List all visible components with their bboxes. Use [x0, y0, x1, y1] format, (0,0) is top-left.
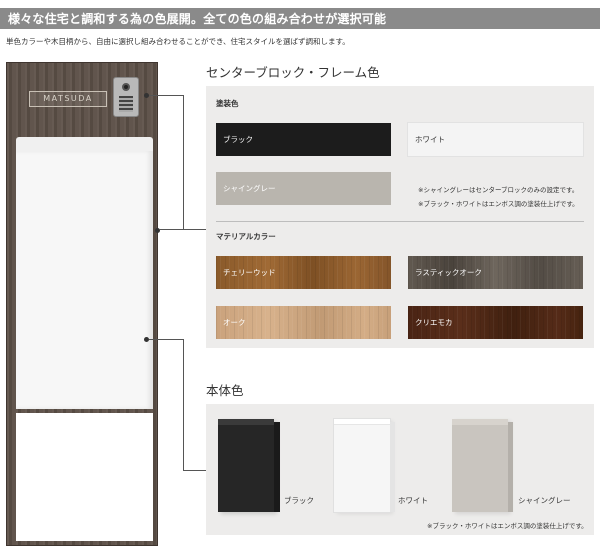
swatch-rustic-oak[interactable]: ラスティックオーク — [408, 256, 583, 289]
swatch-cherry-wood[interactable]: チェリーウッド — [216, 256, 391, 289]
swatch-rustic-oak-label: ラスティックオーク — [415, 268, 482, 277]
swatch-shine-gray[interactable]: シャイングレー — [216, 172, 391, 205]
material-label: マテリアルカラー — [216, 232, 276, 241]
nameplate-text: MATSUDA — [43, 94, 93, 103]
nameplate: MATSUDA — [29, 91, 107, 107]
swatch-white[interactable]: ホワイト — [408, 123, 583, 156]
camera-lens-icon — [122, 83, 130, 91]
intercom-icon — [113, 77, 139, 117]
swatch-black-label: ブラック — [223, 135, 253, 144]
product-illustration: MATSUDA — [6, 62, 158, 546]
cabinet-white[interactable] — [334, 419, 390, 512]
swatch-black[interactable]: ブラック — [216, 123, 391, 156]
mailbox-door — [16, 151, 153, 409]
swatch-shine-gray-label: シャイングレー — [223, 184, 276, 193]
cabinet-white-label: ホワイト — [398, 496, 428, 505]
banner-title: 様々な住宅と調和する為の色展開。全ての色の組み合わせが選択可能 — [8, 12, 387, 26]
leader-line-body — [149, 339, 183, 340]
cabinet-black-label: ブラック — [284, 496, 314, 505]
swatch-oak[interactable]: オーク — [216, 306, 391, 339]
frame-note-1: ※シャイングレーはセンターブロックのみの設定です。 — [418, 186, 579, 194]
painted-label: 塗装色 — [216, 99, 239, 108]
swatch-white-label: ホワイト — [415, 135, 445, 144]
leader-line-frame — [149, 95, 183, 96]
leader-line-frame-vertical — [183, 95, 184, 229]
swatch-crie-mocha-label: クリエモカ — [415, 318, 453, 327]
frame-note-2: ※ブラック・ホワイトはエンボス調の塗装仕上げです。 — [418, 200, 579, 208]
intro-text: 単色カラーや木目柄から、自由に選択し組み合わせることができ、住宅スタイルを選ばず… — [6, 37, 350, 46]
frame-section-title: センターブロック・フレーム色 — [206, 65, 380, 80]
speaker-grille-icon — [119, 96, 133, 112]
cabinet-shine-gray[interactable] — [452, 419, 508, 512]
leader-line-body-to-panel — [183, 470, 207, 471]
leader-line-body-vertical — [183, 339, 184, 470]
header-banner: 様々な住宅と調和する為の色展開。全ての色の組み合わせが選択可能 — [0, 8, 600, 29]
body-note: ※ブラック・ホワイトはエンボス調の塗装仕上げです。 — [427, 522, 588, 530]
lower-opening — [16, 413, 153, 541]
cabinet-black[interactable] — [218, 419, 274, 512]
frame-divider — [216, 221, 584, 222]
swatch-oak-label: オーク — [223, 318, 246, 327]
swatch-crie-mocha[interactable]: クリエモカ — [408, 306, 583, 339]
cabinet-shine-gray-label: シャイングレー — [518, 496, 571, 505]
swatch-cherry-wood-label: チェリーウッド — [223, 268, 276, 277]
body-section-title: 本体色 — [206, 383, 244, 398]
leader-line-frame-to-panel — [159, 229, 207, 230]
